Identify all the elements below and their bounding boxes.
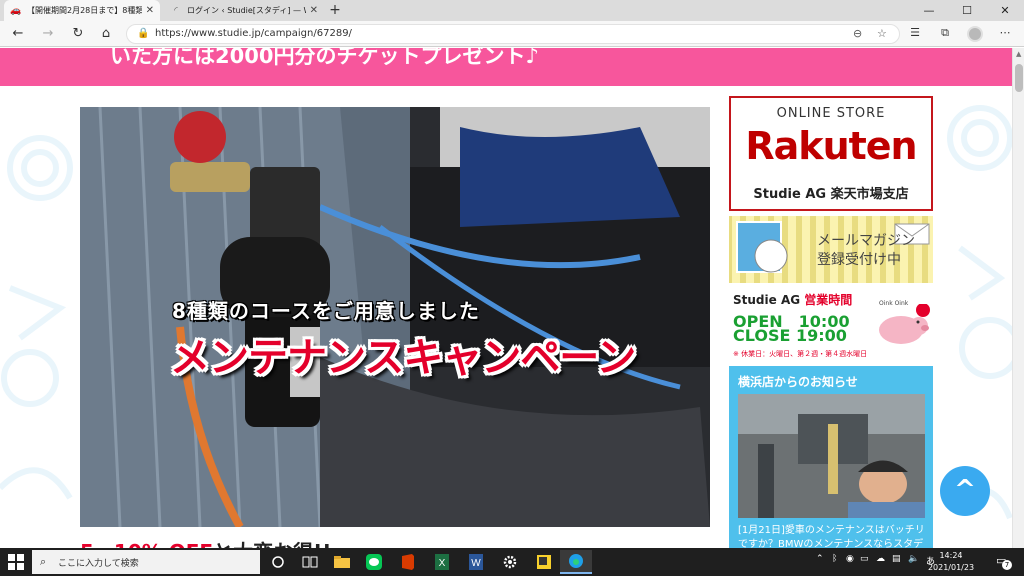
lock-icon[interactable]: 🔒 [137, 28, 149, 39]
search-icon: ⌕ [40, 555, 47, 568]
news-caption-link[interactable]: [1月21日]愛車のメンテナンスはバッチリですか？BMWのメンテナンスならスタデ… [738, 524, 928, 548]
tab-login[interactable]: ◜ ログイン ‹ Studie[スタディ] — WordPr ✕ [164, 0, 324, 21]
file-explorer-icon[interactable] [326, 550, 358, 574]
tab-campaign[interactable]: 🚗 【開催期間2月28日まで】8種類のメ ✕ [4, 0, 160, 21]
clock-date: 2021/01/23 [927, 563, 975, 572]
line-app-icon[interactable] [358, 550, 390, 574]
mail-magazine-line2: 登録受付け中 [817, 252, 901, 268]
hero-title: メンテナンスキャンペーン [170, 335, 636, 381]
home-icon[interactable]: ⌂ [96, 25, 116, 43]
close-time: CLOSE 19:00 [733, 326, 847, 345]
bluetooth-icon[interactable]: ᛒ [832, 554, 837, 564]
pig-mascot-icon [879, 304, 930, 344]
news-heading: 横浜店からのお知らせ [738, 375, 858, 389]
holiday-note: ※ 休業日：火曜日、第２週・第４週水曜日 [733, 350, 868, 358]
url-text: https://www.studie.jp/campaign/67289/ [155, 28, 352, 39]
mail-magazine-line1: メールマガジン [817, 233, 915, 249]
taskbar-search-box[interactable]: ⌕ ここに入力して検索 [32, 550, 260, 574]
yokohama-news-box: 横浜店からのお知らせ [1月21日]愛車のメンテナンスはバッチリですか？BMWの… [729, 366, 933, 548]
scroll-up-icon[interactable]: ▲ [1016, 50, 1021, 58]
business-hours-banner: Studie AG 営業時間 OPEN 10:00 CLOSE 19:00 Oi… [729, 286, 933, 362]
svg-text:X: X [439, 558, 446, 569]
favorites-list-icon[interactable]: ☰ [906, 26, 924, 42]
hours-title: 営業時間 [804, 293, 853, 307]
svg-text:W: W [471, 558, 481, 569]
address-bar[interactable]: 🔒 https://www.studie.jp/campaign/67289/ … [126, 24, 900, 44]
top-pink-banner: いた方には2000円分のチケットプレゼント♪ [0, 48, 1012, 86]
tab-close-icon[interactable]: ✕ [310, 5, 318, 16]
search-placeholder: ここに入力して検索 [58, 559, 139, 569]
sticky-notes-icon[interactable] [528, 550, 560, 574]
close-window-button[interactable]: ✕ [986, 0, 1024, 21]
cortana-icon[interactable] [262, 550, 294, 574]
hero-campaign-image: 8種類のコースをご用意しました メンテナンスキャンペーン [80, 107, 710, 527]
task-view-icon[interactable] [294, 550, 326, 574]
clock-time: 14:24 [939, 551, 963, 560]
page-viewport: いた方には2000円分のチケットプレゼント♪ 8種類のコースをご用意しました メ… [0, 48, 1012, 548]
word-icon[interactable]: W [460, 550, 492, 574]
tray-chevron-icon[interactable]: ⌃ [816, 554, 824, 564]
refresh-icon[interactable]: ↻ [68, 25, 88, 43]
volume-icon[interactable]: 🔈 [908, 554, 919, 564]
new-tab-button[interactable]: + [326, 2, 344, 19]
browser-toolbar: ← → ↻ ⌂ 🔒 https://www.studie.jp/campaign… [0, 21, 1024, 47]
security-icon[interactable]: ◉ [846, 554, 854, 564]
mechanic-photo [738, 394, 925, 518]
display-icon[interactable]: ▤ [892, 554, 901, 564]
system-clock[interactable]: 14:24 2021/01/23 [920, 550, 982, 574]
sale-heading: 5～10% OFFと大変お得!! [80, 536, 331, 548]
rakuten-logo: Rakuten [745, 124, 917, 168]
business-hours-heading: Studie AG 営業時間 [733, 291, 852, 308]
zoom-icon[interactable]: ⊖ [853, 27, 862, 40]
news-photo[interactable] [738, 394, 925, 518]
excel-icon[interactable]: X [426, 550, 458, 574]
back-arrow-icon[interactable]: ← [8, 25, 28, 43]
maximize-button[interactable]: ☐ [948, 0, 986, 21]
loading-favicon-icon: ◜ [174, 5, 178, 16]
cloud-icon[interactable]: ☁ [876, 554, 885, 564]
more-menu-icon[interactable]: ⋯ [996, 26, 1014, 42]
hours-brand: Studie AG [733, 293, 801, 307]
windows-start-icon[interactable] [8, 554, 24, 570]
tab-title: ログイン ‹ Studie[スタディ] — WordPr [187, 6, 306, 15]
windows-taskbar: ⌕ ここに入力して検索 X W ⌃ ᛒ ◉ ▭ ☁ ▤ 🔈 あ 14:24 20… [0, 548, 1024, 576]
tab-close-icon[interactable]: ✕ [146, 5, 154, 16]
tab-bar: 🚗 【開催期間2月28日まで】8種類のメ ✕ ◜ ログイン ‹ Studie[ス… [0, 0, 1024, 21]
scrollbar-thumb[interactable] [1015, 64, 1023, 92]
collections-icon[interactable]: ⧉ [936, 26, 954, 42]
edge-browser-icon[interactable] [560, 550, 592, 574]
mail-magazine-banner[interactable]: メールマガジン 登録受付け中 [729, 216, 933, 283]
online-store-label: ONLINE STORE [776, 106, 886, 121]
rakuten-store-name: Studie AG 楽天市場支店 [753, 187, 909, 202]
tab-title: 【開催期間2月28日まで】8種類のメ [27, 6, 142, 15]
rakuten-store-banner[interactable]: ONLINE STORE Rakuten Studie AG 楽天市場支店 [729, 96, 933, 211]
sale-percent: 5～10% OFF [80, 540, 213, 548]
scroll-to-top-button[interactable]: ^ [940, 466, 990, 516]
settings-gear-icon[interactable] [494, 550, 526, 574]
notification-count: 7 [1002, 560, 1012, 570]
hero-subtitle: 8種類のコースをご用意しました [172, 299, 480, 323]
car-favicon-icon: 🚗 [10, 5, 22, 16]
minimize-button[interactable]: — [910, 0, 948, 21]
page-scrollbar[interactable]: ▲ [1012, 48, 1024, 548]
battery-icon[interactable]: ▭ [860, 554, 869, 564]
profile-avatar[interactable] [967, 26, 983, 42]
sale-tagline: と大変お得!! [213, 540, 331, 548]
banner-text: いた方には2000円分のチケットプレゼント♪ [110, 48, 539, 68]
notification-icon[interactable]: ▭ 7 [996, 554, 1012, 570]
favorite-star-icon[interactable]: ☆ [877, 27, 887, 40]
forward-arrow-icon[interactable]: → [38, 25, 58, 43]
office-icon[interactable] [392, 550, 424, 574]
